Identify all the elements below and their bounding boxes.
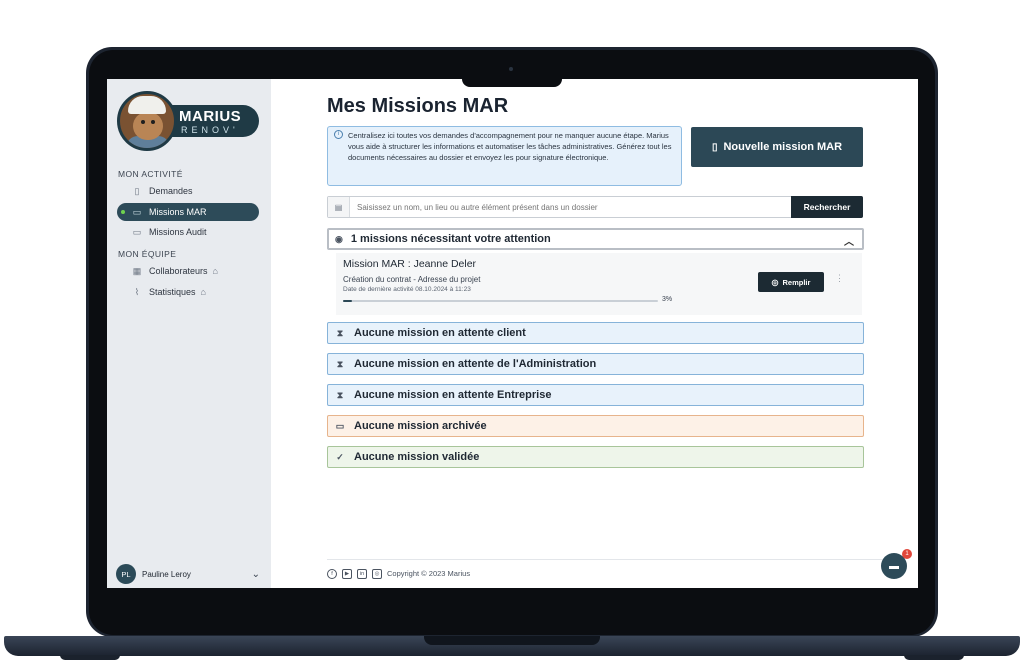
beaver-mascot-icon: [117, 91, 177, 151]
hourglass-icon: ⧗: [336, 358, 344, 369]
main-content: Mes Missions MAR i Centralisez ici toute…: [327, 79, 887, 588]
chevron-down-icon: ⌄: [251, 568, 260, 580]
search-bar: ▤ Rechercher: [327, 196, 863, 218]
instagram-icon[interactable]: ◎: [372, 568, 382, 579]
document-icon: ▯: [134, 185, 140, 196]
laptop-foot: [904, 655, 964, 660]
sidebar-item-statistiques[interactable]: ⌇ Statistiques ⌂: [117, 283, 259, 301]
document-search-icon: ▤: [328, 197, 350, 217]
folder-icon: ▭: [132, 226, 142, 237]
status-label: Aucune mission validée: [354, 451, 480, 463]
page-title: Mes Missions MAR: [327, 95, 509, 117]
info-banner: i Centralisez ici toutes vos demandes d'…: [327, 126, 682, 186]
status-label: Aucune mission archivée: [354, 420, 487, 432]
info-icon: i: [334, 130, 343, 139]
lock-icon: ⌂: [200, 287, 206, 297]
lock-icon: ⌂: [212, 266, 218, 276]
thumbs-up-icon: ✓: [336, 451, 344, 462]
remplir-button[interactable]: ◎ Remplir: [758, 272, 824, 292]
status-label: Aucune mission en attente client: [354, 327, 526, 339]
linkedin-icon[interactable]: in: [357, 568, 367, 579]
mission-title: Mission MAR : Jeanne Deler: [343, 258, 477, 270]
mission-date: Date de dernière activité 08.10.2024 à 1…: [343, 286, 471, 293]
attention-title: 1 missions nécessitant votre attention: [350, 233, 551, 245]
facebook-icon[interactable]: f: [327, 568, 337, 579]
sidebar-item-missions-mar[interactable]: ▭ Missions MAR: [117, 203, 259, 221]
avatar: PL: [116, 564, 136, 584]
footer: f ▶ in ◎ Copyright © 2023 Marius: [327, 559, 887, 587]
search-button[interactable]: Rechercher: [791, 196, 863, 218]
eye-icon: ◎: [771, 277, 779, 287]
new-mission-button[interactable]: ▯ Nouvelle mission MAR: [691, 127, 863, 167]
document-icon: ▯: [711, 141, 718, 153]
section-title-team: MON ÉQUIPE: [118, 249, 177, 259]
user-name: Pauline Leroy: [142, 569, 191, 579]
app-screen: MARIUS RENOV' MON ACTIVITÉ ▯ Demandes ▭ …: [107, 79, 918, 588]
status-archived[interactable]: ▭ Aucune mission archivée: [327, 415, 864, 437]
progress-label: 3%: [662, 296, 673, 303]
user-menu[interactable]: PL Pauline Leroy ⌄: [116, 563, 262, 585]
youtube-icon[interactable]: ▶: [342, 568, 352, 579]
progress-fill: [343, 300, 353, 302]
sidebar-item-demandes[interactable]: ▯ Demandes: [117, 182, 259, 200]
mission-step: Création du contrat - Adresse du projet: [343, 275, 481, 284]
hourglass-icon: ⧗: [336, 327, 344, 338]
laptop-foot: [60, 655, 120, 660]
folder-icon: ▭: [132, 206, 142, 217]
sidebar-item-label: Statistiques: [149, 287, 196, 297]
hourglass-icon: ⧗: [336, 389, 344, 400]
archive-icon: ▭: [335, 420, 345, 431]
sidebar-item-label: Missions Audit: [149, 227, 207, 237]
notification-badge: 1: [902, 549, 912, 559]
progress-bar: [343, 300, 658, 302]
sidebar-item-missions-audit[interactable]: ▭ Missions Audit: [117, 223, 259, 241]
logo-subtext: RENOV': [181, 125, 239, 135]
sidebar-item-label: Collaborateurs: [149, 266, 208, 276]
laptop-opening-notch: [424, 636, 600, 645]
search-input[interactable]: [350, 202, 791, 212]
chart-icon: ⌇: [134, 286, 140, 297]
new-mission-label: Nouvelle mission MAR: [723, 141, 843, 153]
attention-accordion-header[interactable]: ◉ 1 missions nécessitant votre attention…: [327, 228, 864, 250]
sidebar-item-label: Demandes: [149, 186, 193, 196]
chevron-up-icon: ︿: [844, 237, 854, 248]
building-icon: ▦: [132, 265, 142, 276]
sidebar-item-label: Missions MAR: [149, 207, 207, 217]
mission-card[interactable]: Mission MAR : Jeanne Deler Création du c…: [336, 253, 862, 315]
status-waiting-administration[interactable]: ⧗ Aucune mission en attente de l'Adminis…: [327, 353, 864, 375]
remplir-label: Remplir: [782, 277, 811, 287]
chat-icon: ▬: [889, 560, 899, 572]
status-waiting-client[interactable]: ⧗ Aucune mission en attente client: [327, 322, 864, 344]
logo-text: MARIUS: [179, 108, 242, 125]
laptop-chin: [90, 588, 934, 612]
active-indicator: [121, 210, 125, 214]
status-validated[interactable]: ✓ Aucune mission validée: [327, 446, 864, 468]
status-waiting-entreprise[interactable]: ⧗ Aucune mission en attente Entreprise: [327, 384, 864, 406]
marius-logo[interactable]: MARIUS RENOV': [117, 91, 259, 153]
copyright-text: Copyright © 2023 Marius: [387, 569, 471, 578]
eye-icon: ◉: [335, 233, 343, 244]
camera-icon: [509, 67, 513, 71]
status-label: Aucune mission en attente Entreprise: [354, 389, 552, 401]
more-options-icon[interactable]: ⋮: [835, 273, 844, 284]
sidebar-item-collaborateurs[interactable]: ▦ Collaborateurs ⌂: [117, 262, 259, 280]
sidebar: MARIUS RENOV' MON ACTIVITÉ ▯ Demandes ▭ …: [107, 79, 271, 588]
status-label: Aucune mission en attente de l'Administr…: [354, 358, 597, 370]
section-title-activity: MON ACTIVITÉ: [118, 169, 183, 179]
info-text: Centralisez ici toutes vos demandes d'ac…: [348, 131, 672, 162]
